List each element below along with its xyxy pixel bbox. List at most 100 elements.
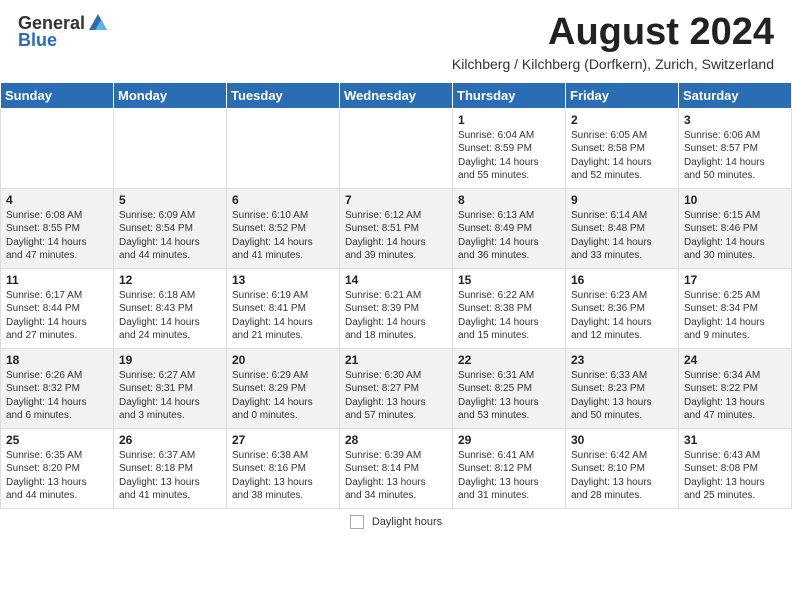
day-info: Sunrise: 6:08 AM Sunset: 8:55 PM Dayligh… xyxy=(6,209,108,263)
day-number: 31 xyxy=(684,433,786,447)
calendar-cell xyxy=(340,108,453,188)
day-number: 30 xyxy=(571,433,673,447)
col-header-tuesday: Tuesday xyxy=(227,82,340,108)
day-number: 25 xyxy=(6,433,108,447)
day-info: Sunrise: 6:13 AM Sunset: 8:49 PM Dayligh… xyxy=(458,209,560,263)
calendar-cell: 1 Sunrise: 6:04 AM Sunset: 8:59 PM Daylig… xyxy=(453,108,566,188)
calendar-cell: 27 Sunrise: 6:38 AM Sunset: 8:16 PM Dayli… xyxy=(227,428,340,508)
page-header: General Blue August 2024 Kilchberg / Kil… xyxy=(0,0,792,76)
calendar-cell: 13Sunrise: 6:19 AM Sunset: 8:41 PM Dayli… xyxy=(227,268,340,348)
calendar-week-2: 4 Sunrise: 6:08 AM Sunset: 8:55 PM Daylig… xyxy=(1,188,792,268)
day-info: Sunrise: 6:09 AM Sunset: 8:54 PM Dayligh… xyxy=(119,209,221,263)
calendar-cell: 15Sunrise: 6:22 AM Sunset: 8:38 PM Dayli… xyxy=(453,268,566,348)
calendar-cell xyxy=(227,108,340,188)
logo-icon xyxy=(87,12,109,34)
col-header-wednesday: Wednesday xyxy=(340,82,453,108)
day-info: Sunrise: 6:18 AM Sunset: 8:43 PM Dayligh… xyxy=(119,289,221,343)
calendar-cell: 30 Sunrise: 6:42 AM Sunset: 8:10 PM Dayli… xyxy=(566,428,679,508)
month-year-title: August 2024 xyxy=(452,12,774,54)
day-info: Sunrise: 6:14 AM Sunset: 8:48 PM Dayligh… xyxy=(571,209,673,263)
footer: Daylight hours xyxy=(0,509,792,533)
col-header-sunday: Sunday xyxy=(1,82,114,108)
day-info: Sunrise: 6:34 AM Sunset: 8:22 PM Dayligh… xyxy=(684,369,786,423)
day-number: 19 xyxy=(119,353,221,367)
calendar-cell: 6Sunrise: 6:10 AM Sunset: 8:52 PM Daylig… xyxy=(227,188,340,268)
day-info: Sunrise: 6:25 AM Sunset: 8:34 PM Dayligh… xyxy=(684,289,786,343)
day-number: 11 xyxy=(6,273,108,287)
logo-blue-text: Blue xyxy=(18,30,57,51)
calendar-cell: 22 Sunrise: 6:31 AM Sunset: 8:25 PM Dayli… xyxy=(453,348,566,428)
daylight-label: Daylight hours xyxy=(372,516,442,528)
day-number: 4 xyxy=(6,193,108,207)
day-info: Sunrise: 6:42 AM Sunset: 8:10 PM Dayligh… xyxy=(571,449,673,503)
calendar-cell: 24 Sunrise: 6:34 AM Sunset: 8:22 PM Dayli… xyxy=(679,348,792,428)
day-info: Sunrise: 6:29 AM Sunset: 8:29 PM Dayligh… xyxy=(232,369,334,423)
calendar-cell: 21Sunrise: 6:30 AM Sunset: 8:27 PM Dayli… xyxy=(340,348,453,428)
calendar-week-1: 1 Sunrise: 6:04 AM Sunset: 8:59 PM Daylig… xyxy=(1,108,792,188)
day-number: 16 xyxy=(571,273,673,287)
day-number: 18 xyxy=(6,353,108,367)
calendar-cell: 17 Sunrise: 6:25 AM Sunset: 8:34 PM Dayli… xyxy=(679,268,792,348)
day-info: Sunrise: 6:31 AM Sunset: 8:25 PM Dayligh… xyxy=(458,369,560,423)
day-info: Sunrise: 6:12 AM Sunset: 8:51 PM Dayligh… xyxy=(345,209,447,263)
day-number: 20 xyxy=(232,353,334,367)
day-info: Sunrise: 6:06 AM Sunset: 8:57 PM Dayligh… xyxy=(684,129,786,183)
calendar-cell: 5Sunrise: 6:09 AM Sunset: 8:54 PM Daylig… xyxy=(114,188,227,268)
calendar-cell: 29Sunrise: 6:41 AM Sunset: 8:12 PM Dayli… xyxy=(453,428,566,508)
calendar-cell: 23 Sunrise: 6:33 AM Sunset: 8:23 PM Dayli… xyxy=(566,348,679,428)
day-number: 26 xyxy=(119,433,221,447)
day-info: Sunrise: 6:05 AM Sunset: 8:58 PM Dayligh… xyxy=(571,129,673,183)
day-number: 23 xyxy=(571,353,673,367)
calendar-table: SundayMondayTuesdayWednesdayThursdayFrid… xyxy=(0,82,792,509)
calendar-cell: 10Sunrise: 6:15 AM Sunset: 8:46 PM Dayli… xyxy=(679,188,792,268)
calendar-cell: 11 Sunrise: 6:17 AM Sunset: 8:44 PM Dayli… xyxy=(1,268,114,348)
day-number: 22 xyxy=(458,353,560,367)
day-number: 17 xyxy=(684,273,786,287)
day-number: 12 xyxy=(119,273,221,287)
calendar-cell: 19Sunrise: 6:27 AM Sunset: 8:31 PM Dayli… xyxy=(114,348,227,428)
location-text: Kilchberg / Kilchberg (Dorfkern), Zurich… xyxy=(452,56,774,72)
calendar-cell: 26 Sunrise: 6:37 AM Sunset: 8:18 PM Dayli… xyxy=(114,428,227,508)
calendar-cell: 8Sunrise: 6:13 AM Sunset: 8:49 PM Daylig… xyxy=(453,188,566,268)
day-info: Sunrise: 6:33 AM Sunset: 8:23 PM Dayligh… xyxy=(571,369,673,423)
day-info: Sunrise: 6:38 AM Sunset: 8:16 PM Dayligh… xyxy=(232,449,334,503)
calendar-week-3: 11 Sunrise: 6:17 AM Sunset: 8:44 PM Dayli… xyxy=(1,268,792,348)
calendar-cell: 4 Sunrise: 6:08 AM Sunset: 8:55 PM Daylig… xyxy=(1,188,114,268)
day-number: 24 xyxy=(684,353,786,367)
day-number: 1 xyxy=(458,113,560,127)
day-info: Sunrise: 6:04 AM Sunset: 8:59 PM Dayligh… xyxy=(458,129,560,183)
day-info: Sunrise: 6:15 AM Sunset: 8:46 PM Dayligh… xyxy=(684,209,786,263)
calendar-body: 1 Sunrise: 6:04 AM Sunset: 8:59 PM Daylig… xyxy=(1,108,792,508)
calendar-cell: 31 Sunrise: 6:43 AM Sunset: 8:08 PM Dayli… xyxy=(679,428,792,508)
day-info: Sunrise: 6:17 AM Sunset: 8:44 PM Dayligh… xyxy=(6,289,108,343)
day-number: 14 xyxy=(345,273,447,287)
day-number: 27 xyxy=(232,433,334,447)
day-info: Sunrise: 6:21 AM Sunset: 8:39 PM Dayligh… xyxy=(345,289,447,343)
header-row: SundayMondayTuesdayWednesdayThursdayFrid… xyxy=(1,82,792,108)
calendar-cell: 14 Sunrise: 6:21 AM Sunset: 8:39 PM Dayli… xyxy=(340,268,453,348)
day-info: Sunrise: 6:43 AM Sunset: 8:08 PM Dayligh… xyxy=(684,449,786,503)
col-header-monday: Monday xyxy=(114,82,227,108)
calendar-cell: 18 Sunrise: 6:26 AM Sunset: 8:32 PM Dayli… xyxy=(1,348,114,428)
calendar-cell: 16Sunrise: 6:23 AM Sunset: 8:36 PM Dayli… xyxy=(566,268,679,348)
calendar-cell: 7Sunrise: 6:12 AM Sunset: 8:51 PM Daylig… xyxy=(340,188,453,268)
calendar-week-4: 18 Sunrise: 6:26 AM Sunset: 8:32 PM Dayli… xyxy=(1,348,792,428)
day-info: Sunrise: 6:26 AM Sunset: 8:32 PM Dayligh… xyxy=(6,369,108,423)
title-block: August 2024 Kilchberg / Kilchberg (Dorfk… xyxy=(452,12,774,72)
day-number: 6 xyxy=(232,193,334,207)
day-number: 9 xyxy=(571,193,673,207)
day-info: Sunrise: 6:37 AM Sunset: 8:18 PM Dayligh… xyxy=(119,449,221,503)
day-number: 29 xyxy=(458,433,560,447)
day-number: 13 xyxy=(232,273,334,287)
calendar-week-5: 25 Sunrise: 6:35 AM Sunset: 8:20 PM Dayli… xyxy=(1,428,792,508)
col-header-saturday: Saturday xyxy=(679,82,792,108)
col-header-thursday: Thursday xyxy=(453,82,566,108)
day-number: 15 xyxy=(458,273,560,287)
calendar-cell: 9 Sunrise: 6:14 AM Sunset: 8:48 PM Daylig… xyxy=(566,188,679,268)
calendar-cell: 25 Sunrise: 6:35 AM Sunset: 8:20 PM Dayli… xyxy=(1,428,114,508)
calendar-cell xyxy=(114,108,227,188)
calendar-cell: 2Sunrise: 6:05 AM Sunset: 8:58 PM Daylig… xyxy=(566,108,679,188)
calendar-cell: 20 Sunrise: 6:29 AM Sunset: 8:29 PM Dayli… xyxy=(227,348,340,428)
day-info: Sunrise: 6:35 AM Sunset: 8:20 PM Dayligh… xyxy=(6,449,108,503)
calendar-cell xyxy=(1,108,114,188)
